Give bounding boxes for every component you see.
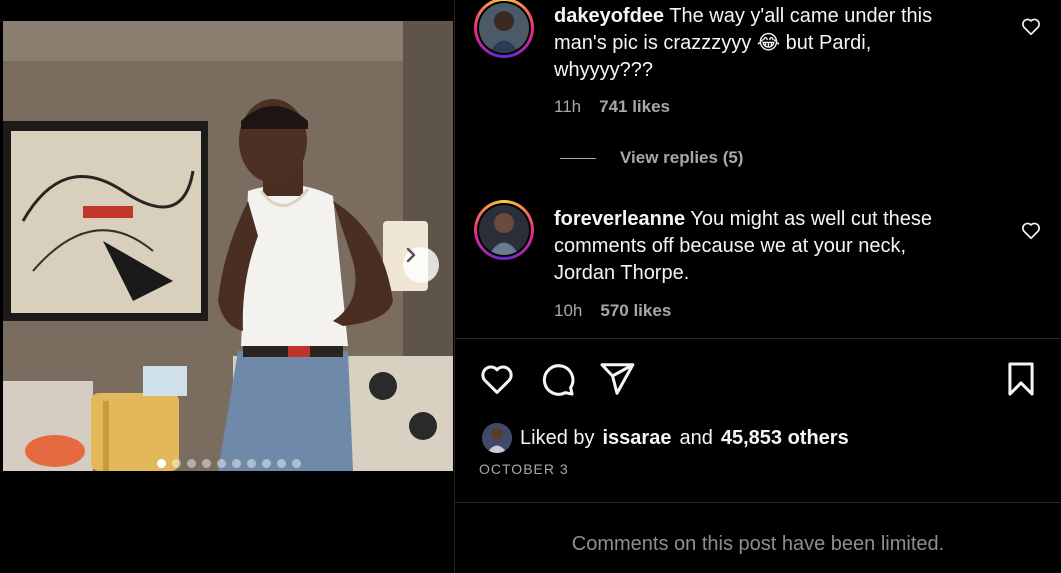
comment-username[interactable]: foreverleanne [554, 208, 685, 230]
comment-time[interactable]: 11h [554, 97, 581, 117]
view-replies-button[interactable]: View replies (5) [560, 148, 743, 168]
post-date[interactable]: OCTOBER 3 [479, 461, 569, 477]
comment-meta: 11h 741 likes [554, 97, 670, 117]
avatar[interactable] [482, 423, 512, 453]
comment-text-block: foreverleanne You might as well cut thes… [554, 206, 969, 287]
comment-username[interactable]: dakeyofdee [554, 5, 664, 27]
comment-text-block: dakeyofdee The way y'all came under this… [554, 3, 969, 84]
avatar-photo [479, 205, 529, 255]
carousel-dot [217, 459, 226, 468]
heart-icon[interactable] [1020, 15, 1042, 37]
bookmark-button[interactable] [1002, 360, 1040, 398]
post-image[interactable] [3, 21, 453, 471]
liked-by-row: Liked by issarae and 45,853 others [482, 423, 849, 453]
view-replies-label: View replies (5) [620, 148, 744, 167]
panel-divider [454, 0, 455, 573]
carousel-dot [247, 459, 256, 468]
comment-time[interactable]: 10h [554, 301, 582, 321]
heart-icon[interactable] [1020, 219, 1042, 241]
next-slide-button[interactable] [403, 247, 439, 283]
avatar-photo [479, 3, 529, 53]
post-photo [3, 21, 453, 471]
avatar[interactable] [474, 0, 534, 58]
avatar-photo [482, 423, 512, 453]
replies-line [560, 157, 596, 159]
carousel-dot [262, 459, 271, 468]
section-divider [455, 502, 1061, 503]
liked-by-others[interactable]: 45,853 others [721, 427, 849, 450]
comments-limited-notice: Comments on this post have been limited. [571, 533, 945, 555]
carousel-dot [232, 459, 241, 468]
carousel-dot [277, 459, 286, 468]
chevron-right-icon [406, 247, 416, 263]
liked-by-prefix: Liked by [520, 426, 595, 449]
comment-likes[interactable]: 570 likes [600, 301, 671, 321]
carousel-dot [172, 459, 181, 468]
carousel-dot [292, 459, 301, 468]
comment-meta: 10h 570 likes [554, 301, 671, 321]
avatar[interactable] [474, 200, 534, 260]
carousel-dot [157, 459, 166, 468]
carousel-dot [202, 459, 211, 468]
liked-by-user[interactable]: issarae [603, 427, 672, 450]
share-button[interactable] [598, 360, 636, 398]
like-button[interactable] [478, 360, 516, 398]
liked-by-conj: and [679, 426, 713, 449]
carousel-dot [187, 459, 196, 468]
section-divider [455, 338, 1061, 339]
carousel-indicator [157, 459, 301, 468]
comment-button[interactable] [538, 360, 576, 398]
comment-likes[interactable]: 741 likes [599, 97, 670, 117]
